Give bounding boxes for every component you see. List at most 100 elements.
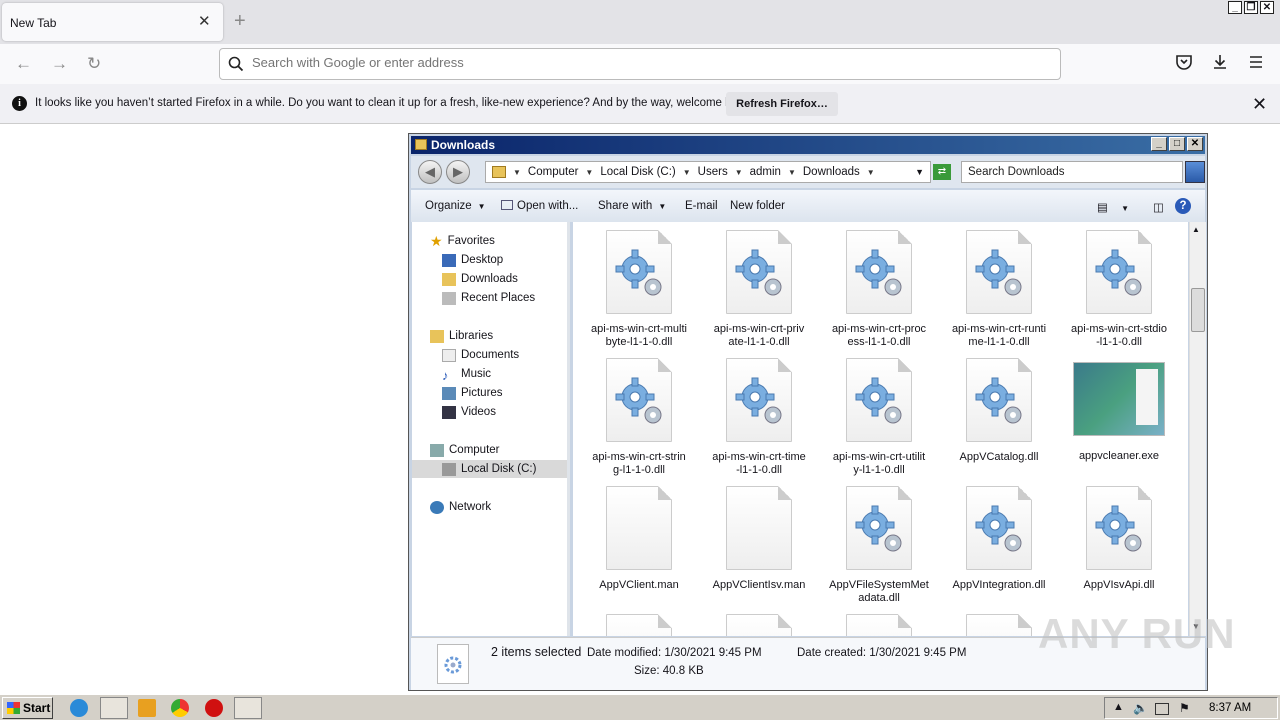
breadcrumb-computer[interactable]: Computer xyxy=(528,166,579,178)
file-name-line-1: appvcleaner.exe xyxy=(1078,450,1160,462)
nav-documents[interactable]: Documents xyxy=(442,346,519,364)
file-list: api-ms-win-crt-multi byte-l1-1-0.dll api-m… xyxy=(573,222,1188,636)
nav-recent-places[interactable]: Recent Places xyxy=(442,289,535,307)
new-folder-button[interactable]: New folder xyxy=(730,200,785,212)
file-item-partial[interactable] xyxy=(584,614,694,636)
pocket-icon[interactable] xyxy=(1175,53,1193,71)
nav-downloads[interactable]: Downloads xyxy=(442,270,518,288)
menu-icon[interactable] xyxy=(1247,53,1265,71)
back-icon[interactable]: ← xyxy=(15,54,32,74)
file-item[interactable]: api-ms-win-crt-strin g-l1-1-0.dll xyxy=(584,358,694,477)
refresh-firefox-button[interactable]: Refresh Firefox… xyxy=(726,92,838,116)
minimize-icon[interactable]: _ xyxy=(1151,137,1167,151)
chrome-icon[interactable] xyxy=(171,699,189,717)
file-item-partial[interactable] xyxy=(824,614,934,636)
nav-libraries[interactable]: Libraries xyxy=(430,327,493,345)
file-item[interactable]: AppVFileSystemMet adata.dll xyxy=(824,486,934,605)
close-icon[interactable]: ✕ xyxy=(1187,137,1203,151)
file-item[interactable]: api-ms-win-crt-multi byte-l1-1-0.dll xyxy=(584,230,694,349)
downloads-icon[interactable] xyxy=(1211,53,1229,71)
url-bar[interactable] xyxy=(219,48,1061,80)
file-item[interactable]: api-ms-win-crt-priv ate-l1-1-0.dll xyxy=(704,230,814,349)
breadcrumb[interactable]: ▼ Computer ▼ Local Disk (C:) ▼ Users ▼ admi… xyxy=(485,161,931,183)
share-with-button[interactable]: Share with ▼ xyxy=(598,200,666,212)
restore-window-icon[interactable]: ❐ xyxy=(1244,1,1258,14)
show-hidden-icons-icon[interactable]: ▲ xyxy=(1113,701,1124,713)
network-tray-icon[interactable] xyxy=(1155,703,1169,715)
nav-local-disk[interactable]: Local Disk (C:) xyxy=(412,460,567,478)
forward-nav-button[interactable]: ▶ xyxy=(446,160,470,184)
help-icon[interactable]: ? xyxy=(1175,198,1191,214)
open-with-button[interactable]: Open with... xyxy=(501,200,578,212)
nav-computer[interactable]: Computer xyxy=(430,441,500,459)
file-item[interactable]: AppVCatalog.dll xyxy=(944,358,1054,464)
nav-label: Videos xyxy=(461,406,496,418)
forward-icon[interactable]: → xyxy=(51,54,68,74)
blank-file-icon xyxy=(606,486,672,570)
view-options-icon[interactable]: ▤ ▼ xyxy=(1097,200,1129,214)
breadcrumb-downloads[interactable]: Downloads xyxy=(803,166,860,178)
volume-icon[interactable]: 🔈 xyxy=(1133,701,1148,715)
email-button[interactable]: E-mail xyxy=(685,200,718,212)
firefox-taskbar-icon[interactable] xyxy=(234,697,262,719)
clock[interactable]: 8:37 AM xyxy=(1209,702,1251,714)
nav-label: Network xyxy=(449,501,492,513)
scroll-thumb[interactable] xyxy=(1191,288,1205,332)
file-name-line-2: y-l1-1-0.dll xyxy=(853,464,905,476)
file-item[interactable]: api-ms-win-crt-runti me-l1-1-0.dll xyxy=(944,230,1054,349)
search-downloads-input[interactable]: Search Downloads xyxy=(961,161,1183,183)
organize-button[interactable]: Organize ▼ xyxy=(425,200,486,212)
explorer-title-bar[interactable]: Downloads _ □ ✕ xyxy=(411,136,1205,154)
navigation-bar: ← → ↻ xyxy=(0,44,1280,84)
chevron-icon: ▼ xyxy=(734,167,743,177)
nav-videos[interactable]: Videos xyxy=(442,403,496,421)
preview-pane-icon[interactable]: ◫ xyxy=(1153,200,1164,214)
close-tab-icon[interactable]: ✕ xyxy=(198,12,211,30)
file-name-line-1: api-ms-win-crt-stdio xyxy=(1071,323,1167,335)
explorer-taskbar-icon[interactable] xyxy=(100,697,128,719)
nav-pictures[interactable]: Pictures xyxy=(442,384,503,402)
dll-file-icon xyxy=(966,486,1032,570)
nav-desktop[interactable]: Desktop xyxy=(442,251,503,269)
search-icon[interactable] xyxy=(1185,161,1205,183)
file-item-partial[interactable] xyxy=(704,614,814,636)
internet-explorer-icon[interactable] xyxy=(70,699,88,717)
opera-icon[interactable] xyxy=(205,699,223,717)
vertical-scrollbar[interactable]: ▲ ▼ xyxy=(1189,222,1206,636)
file-item[interactable]: AppVIsvApi.dll xyxy=(1064,486,1174,592)
reload-icon[interactable]: ↻ xyxy=(87,54,101,74)
scroll-up-icon[interactable]: ▲ xyxy=(1192,225,1200,234)
nav-label: Computer xyxy=(449,444,500,456)
refresh-icon[interactable]: ⇄ xyxy=(933,164,951,180)
url-input[interactable] xyxy=(252,55,1032,70)
close-window-icon[interactable]: ✕ xyxy=(1260,1,1274,14)
nav-music[interactable]: ♪ Music xyxy=(442,365,491,383)
videos-icon xyxy=(442,405,456,419)
breadcrumb-users[interactable]: Users xyxy=(698,166,728,178)
nav-label: Recent Places xyxy=(461,292,536,304)
minimize-window-icon[interactable]: _ xyxy=(1228,1,1242,14)
maximize-icon[interactable]: □ xyxy=(1169,137,1185,151)
breadcrumb-local-disk[interactable]: Local Disk (C:) xyxy=(600,166,675,178)
file-item[interactable]: api-ms-win-crt-stdio -l1-1-0.dll xyxy=(1064,230,1174,349)
file-item[interactable]: api-ms-win-crt-time -l1-1-0.dll xyxy=(704,358,814,477)
flag-icon[interactable]: ⚑ xyxy=(1179,701,1190,715)
breadcrumb-admin[interactable]: admin xyxy=(750,166,781,178)
tab-new-tab[interactable]: New Tab ✕ xyxy=(2,3,223,41)
file-item[interactable]: api-ms-win-crt-proc ess-l1-1-0.dll xyxy=(824,230,934,349)
nav-network[interactable]: Network xyxy=(430,498,491,516)
explorer-window: Downloads _ □ ✕ ◀ ▶ ▼ Computer ▼ Local Di… xyxy=(408,133,1208,691)
close-notification-icon[interactable]: ✕ xyxy=(1252,94,1267,115)
start-button[interactable]: Start xyxy=(2,697,53,719)
file-item[interactable]: AppVClientIsv.man xyxy=(704,486,814,592)
file-icon xyxy=(726,614,792,636)
nav-favorites[interactable]: ★ Favorites xyxy=(430,232,495,250)
new-tab-icon[interactable]: + xyxy=(234,10,246,33)
file-item[interactable]: api-ms-win-crt-utilit y-l1-1-0.dll xyxy=(824,358,934,477)
media-player-icon[interactable] xyxy=(138,699,156,717)
back-nav-button[interactable]: ◀ xyxy=(418,160,442,184)
file-item[interactable]: appvcleaner.exe xyxy=(1064,358,1174,463)
file-item[interactable]: AppVClient.man xyxy=(584,486,694,592)
file-item[interactable]: AppVIntegration.dll xyxy=(944,486,1054,592)
address-dropdown-icon[interactable]: ▼ xyxy=(915,167,924,177)
